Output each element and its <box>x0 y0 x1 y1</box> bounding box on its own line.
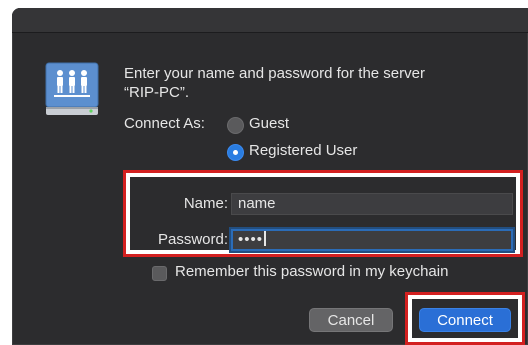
cancel-button[interactable]: Cancel <box>309 308 393 332</box>
connect-highlight-box: Connect <box>405 292 525 345</box>
registered-user-radio-label[interactable]: Registered User <box>249 142 357 159</box>
prompt-text-line1: Enter your name and password for the ser… <box>124 65 425 82</box>
prompt-text-line2: “RIP-PC”. <box>124 84 189 101</box>
connect-button-area: Connect <box>412 299 518 338</box>
connect-button[interactable]: Connect <box>419 308 511 332</box>
remember-password-checkbox[interactable] <box>152 266 167 281</box>
password-field[interactable]: •••• <box>231 229 513 251</box>
dialog-titlebar <box>12 8 528 33</box>
network-server-icon <box>45 62 99 115</box>
guest-radio-label[interactable]: Guest <box>249 115 289 132</box>
password-label: Password: <box>157 231 228 248</box>
name-label: Name: <box>183 195 228 212</box>
guest-radio[interactable] <box>227 117 244 134</box>
connect-as-label: Connect As: <box>124 115 205 132</box>
registered-user-radio[interactable] <box>227 144 244 161</box>
remember-password-label[interactable]: Remember this password in my keychain <box>175 263 448 280</box>
text-caret <box>264 231 267 246</box>
connect-to-server-dialog: Enter your name and password for the ser… <box>12 8 528 345</box>
credentials-highlight-box: Name: name Password: •••• <box>123 170 523 257</box>
password-field-value: •••• <box>238 231 264 248</box>
name-field[interactable]: name <box>231 193 513 215</box>
name-field-value: name <box>238 195 276 212</box>
credentials-section: Name: name Password: •••• <box>130 177 516 251</box>
